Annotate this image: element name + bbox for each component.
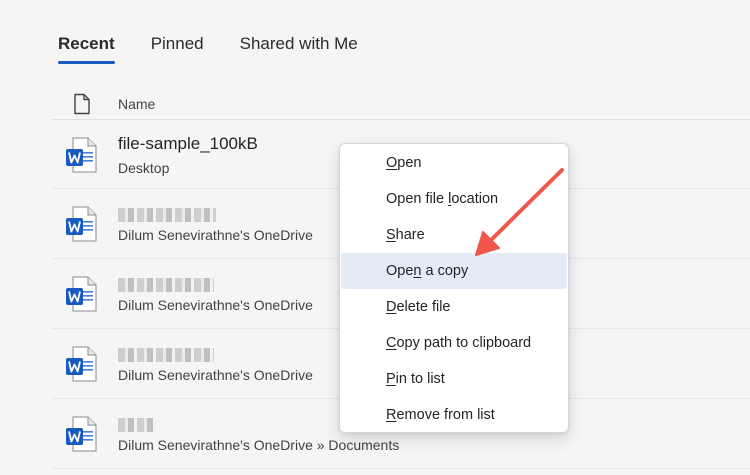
menu-item-label-rest: hare xyxy=(395,227,425,243)
word-doc-icon xyxy=(66,206,97,241)
menu-item-label-rest: opy path to clipboard xyxy=(396,335,532,351)
file-name-redacted xyxy=(118,277,214,292)
menu-item-share[interactable]: Share xyxy=(341,217,567,253)
menu-item-accelerator: n xyxy=(413,263,422,279)
menu-item-remove-from-list[interactable]: Remove from list xyxy=(341,397,567,433)
word-doc-icon xyxy=(66,416,97,451)
file-name-redacted xyxy=(118,417,156,432)
menu-item-label-rest: pen xyxy=(397,155,422,171)
file-location: Dilum Senevirathne's OneDrive xyxy=(118,366,313,383)
file-name-redacted xyxy=(118,207,216,222)
menu-item-label-rest: emove from list xyxy=(396,407,495,423)
file-location: Desktop xyxy=(118,159,170,176)
menu-item-accelerator: R xyxy=(386,407,397,423)
menu-item-label-pre: Open file xyxy=(386,191,449,207)
context-menu: Open Open file l ocation Share Ope n a cop… xyxy=(339,143,569,433)
menu-item-label-rest: elete file xyxy=(396,299,451,315)
menu-item-label-rest: in to list xyxy=(395,371,445,387)
file-list-header: Name xyxy=(52,88,750,120)
tab-shared-with-me[interactable]: Shared with Me xyxy=(240,34,358,60)
menu-item-label-pre: Ope xyxy=(386,263,414,279)
column-header-name[interactable]: Name xyxy=(118,96,155,112)
menu-item-copy-path[interactable]: Copy path to clipboard xyxy=(341,325,567,361)
menu-item-label-rest: a copy xyxy=(421,263,469,279)
file-location: Dilum Senevirathne's OneDrive » Document… xyxy=(118,436,400,453)
tab-pinned[interactable]: Pinned xyxy=(151,34,204,60)
file-name: file-sample_100kB xyxy=(118,133,258,153)
file-location: Dilum Senevirathne's OneDrive xyxy=(118,226,313,243)
menu-item-delete-file[interactable]: Delete file xyxy=(341,289,567,325)
menu-item-accelerator: O xyxy=(386,155,398,171)
tab-bar: Recent Pinned Shared with Me xyxy=(58,34,394,64)
menu-item-accelerator: C xyxy=(386,335,397,351)
menu-item-accelerator: S xyxy=(386,227,396,243)
menu-item-open-file-location[interactable]: Open file l ocation xyxy=(341,181,567,217)
menu-item-pin-to-list[interactable]: Pin to list xyxy=(341,361,567,397)
tab-recent[interactable]: Recent xyxy=(58,34,115,64)
menu-item-open[interactable]: Open xyxy=(341,145,567,181)
menu-item-open-a-copy[interactable]: Ope n a copy xyxy=(341,253,567,289)
word-doc-icon xyxy=(66,346,97,381)
menu-item-label-rest: ocation xyxy=(451,191,499,207)
document-outline-icon xyxy=(74,93,90,114)
file-name-redacted xyxy=(118,347,214,362)
menu-item-accelerator: P xyxy=(386,371,396,387)
word-doc-icon xyxy=(66,276,97,311)
word-doc-icon xyxy=(66,137,97,172)
file-location: Dilum Senevirathne's OneDrive xyxy=(118,296,313,313)
menu-item-accelerator: D xyxy=(386,299,397,315)
